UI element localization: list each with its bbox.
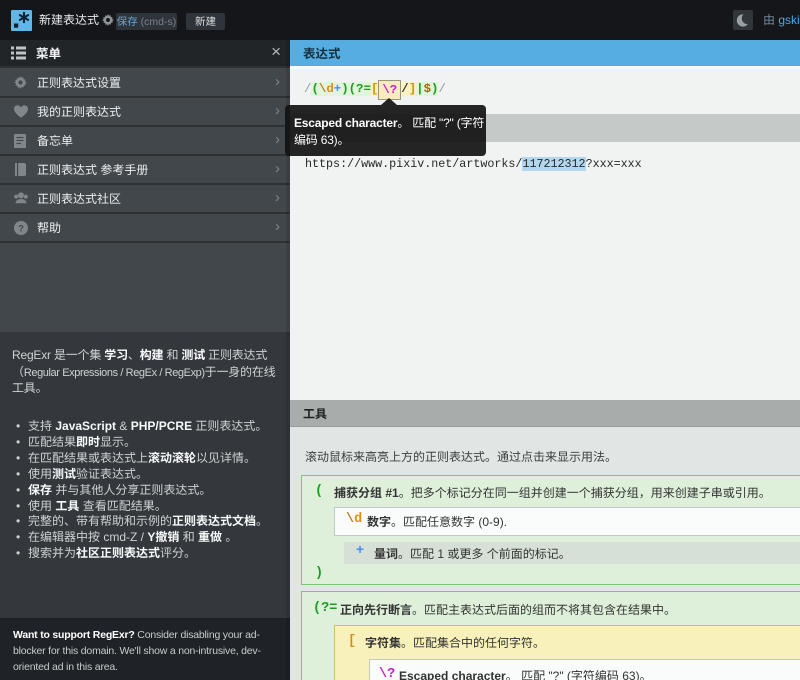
svg-text:?: ? xyxy=(18,223,24,234)
